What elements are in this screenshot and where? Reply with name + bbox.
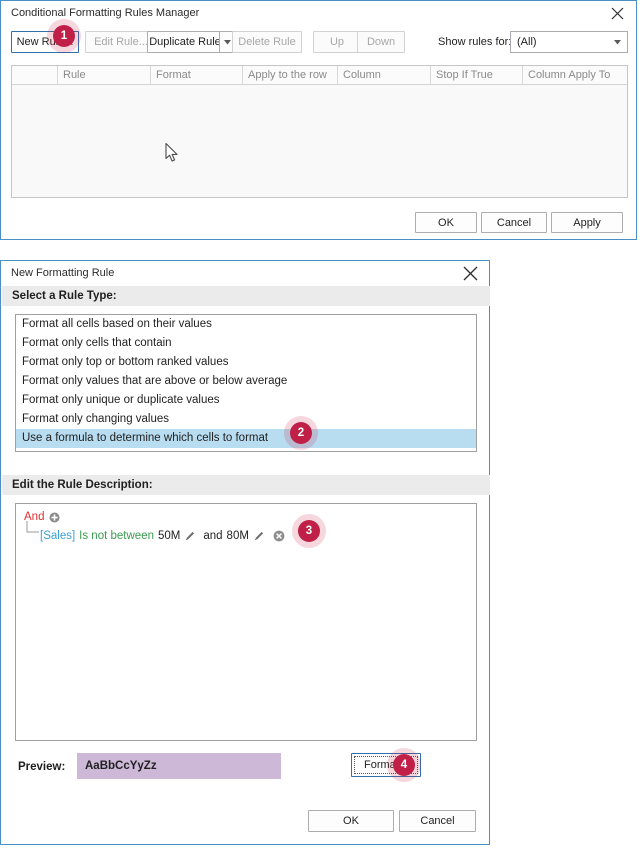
grid-col-stop-if-true[interactable]: Stop If True — [431, 66, 523, 84]
show-rules-for-label: Show rules for: — [438, 36, 512, 48]
condition-row[interactable]: [Sales] Is not between 50M and 80M — [40, 530, 285, 542]
add-circle-icon[interactable] — [49, 512, 60, 523]
edit-rule-description-heading: Edit the Rule Description: — [2, 475, 490, 495]
rules-grid-header: Rule Format Apply to the row Column Stop… — [12, 66, 627, 85]
grid-col-rule[interactable]: Rule — [58, 66, 151, 84]
rules-manager-titlebar: Conditional Formatting Rules Manager — [1, 1, 636, 27]
format-button-label: Format... — [363, 759, 408, 771]
chevron-down-icon — [614, 40, 621, 46]
rule-type-option-5[interactable]: Format only changing values — [16, 410, 476, 429]
condition-operator[interactable]: Is not between — [79, 530, 154, 542]
grid-col-column-apply-to[interactable]: Column Apply To — [523, 66, 627, 84]
select-rule-type-heading: Select a Rule Type: — [2, 286, 490, 306]
rules-manager-title: Conditional Formatting Rules Manager — [11, 7, 200, 19]
tree-branch-icon — [26, 521, 39, 533]
new-rule-title: New Formatting Rule — [11, 267, 115, 279]
rules-manager-cancel-button[interactable]: Cancel — [481, 212, 547, 233]
rule-type-option-3[interactable]: Format only values that are above or bel… — [16, 372, 476, 391]
condition-group-operator[interactable]: And — [24, 511, 44, 523]
rule-type-option-0[interactable]: Format all cells based on their values — [16, 315, 476, 334]
move-rule-up-button[interactable]: Up — [313, 31, 361, 53]
new-rule-titlebar: New Formatting Rule — [1, 261, 489, 287]
rules-manager-apply-button[interactable]: Apply — [551, 212, 623, 233]
rule-type-option-2[interactable]: Format only top or bottom ranked values — [16, 353, 476, 372]
preview-row: Preview: AaBbCcYyZz Format... — [15, 753, 477, 785]
condition-group-row[interactable]: And — [24, 511, 60, 523]
rule-type-list[interactable]: Format all cells based on their values F… — [15, 314, 477, 452]
grid-col-blank[interactable] — [12, 66, 58, 84]
new-rule-ok-button[interactable]: OK — [308, 810, 394, 832]
pencil-icon[interactable] — [253, 531, 264, 542]
duplicate-rule-button[interactable]: Duplicate Rule — [147, 31, 223, 53]
show-rules-for-select[interactable]: (All) — [510, 31, 628, 53]
pencil-icon[interactable] — [184, 531, 195, 542]
new-rule-cancel-button[interactable]: Cancel — [399, 810, 476, 832]
rule-type-option-4[interactable]: Format only unique or duplicate values — [16, 391, 476, 410]
grid-col-format[interactable]: Format — [151, 66, 243, 84]
rule-type-option-1[interactable]: Format only cells that contain — [16, 334, 476, 353]
rule-description-editor[interactable]: And [Sales] Is not between 50M and 80M — [15, 503, 477, 741]
close-icon[interactable] — [455, 263, 485, 284]
remove-circle-icon[interactable] — [273, 530, 285, 542]
format-button[interactable]: Format... — [351, 753, 421, 777]
rules-manager-toolbar: New Rule... Edit Rule... Duplicate Rule … — [1, 26, 636, 59]
move-rule-down-button[interactable]: Down — [357, 31, 405, 53]
grid-col-column[interactable]: Column — [338, 66, 431, 84]
delete-rule-button[interactable]: Delete Rule — [232, 31, 302, 53]
grid-col-apply-to-row[interactable]: Apply to the row — [243, 66, 338, 84]
new-rule-button[interactable]: New Rule... — [11, 31, 79, 53]
condition-value-2[interactable]: 80M — [227, 530, 249, 542]
rules-grid[interactable]: Rule Format Apply to the row Column Stop… — [11, 65, 628, 198]
show-rules-for-value: (All) — [517, 36, 537, 48]
conditional-formatting-rules-manager-dialog: Conditional Formatting Rules Manager New… — [0, 0, 637, 240]
condition-field[interactable]: [Sales] — [40, 530, 75, 542]
preview-swatch: AaBbCcYyZz — [77, 753, 281, 779]
rule-type-option-6[interactable]: Use a formula to determine which cells t… — [16, 429, 476, 448]
condition-value-1[interactable]: 50M — [158, 530, 180, 542]
close-icon[interactable] — [602, 3, 632, 24]
rules-grid-body[interactable] — [12, 85, 627, 197]
new-formatting-rule-dialog: New Formatting Rule Select a Rule Type: … — [0, 260, 490, 845]
preview-sample-text: AaBbCcYyZz — [85, 760, 157, 772]
condition-conjunction: and — [203, 530, 223, 542]
rules-manager-ok-button[interactable]: OK — [415, 212, 477, 233]
preview-label: Preview: — [18, 761, 66, 773]
